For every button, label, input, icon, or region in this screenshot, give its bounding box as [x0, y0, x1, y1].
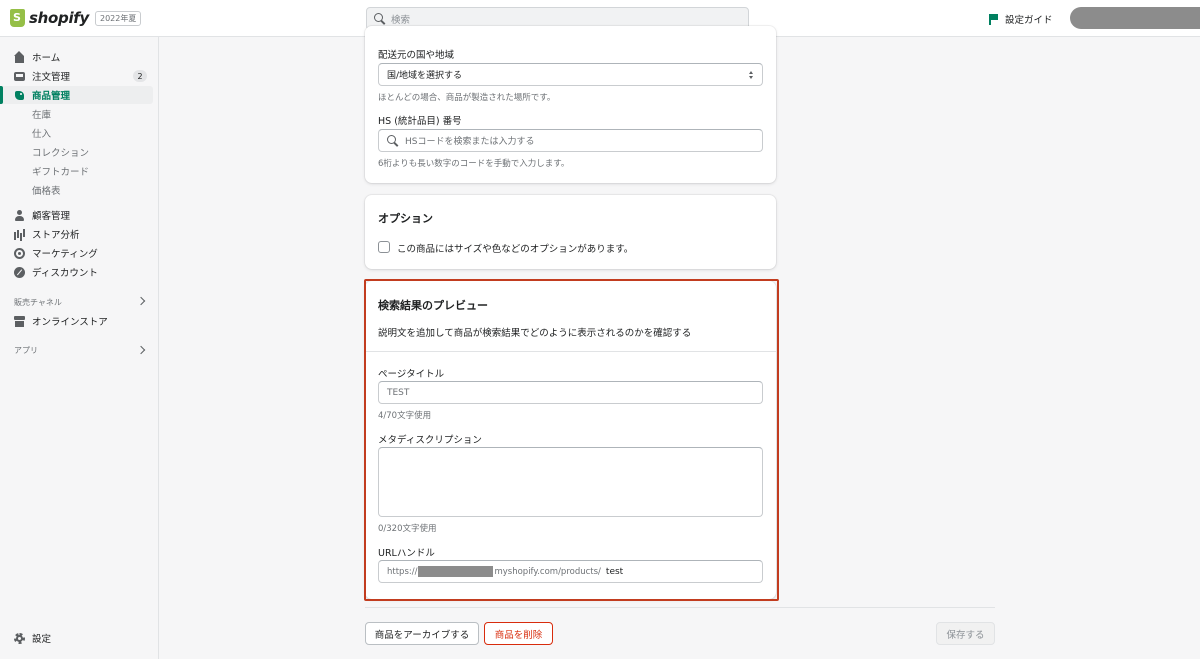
- shopify-logo[interactable]: shopify 2022年夏: [10, 9, 142, 27]
- sidebar-subitem-inventory[interactable]: 在庫: [32, 106, 51, 122]
- select-arrows-icon: [749, 71, 754, 80]
- options-card: オプション この商品にはサイズや色などのオプションがあります。: [365, 195, 776, 269]
- sidebar-item-label: 設定: [32, 634, 52, 645]
- discount-icon: [14, 266, 25, 278]
- chevron-right-icon[interactable]: [136, 296, 146, 306]
- meta-description-label: メタディスクリプション: [378, 435, 482, 446]
- home-icon: [14, 50, 25, 63]
- origin-country-value: 国/地域を選択する: [387, 71, 463, 81]
- sidebar-item-discounts[interactable]: ディスカウント: [0, 263, 153, 281]
- store-icon: [14, 315, 25, 327]
- shopify-bag-icon: [10, 9, 25, 27]
- sidebar-item-settings[interactable]: 設定: [0, 629, 153, 647]
- setup-guide-label: 設定ガイド: [1005, 15, 1053, 26]
- sidebar: ホーム 注文管理 2 商品管理 在庫 仕入 コレクション ギフトカード 価格表 …: [0, 37, 159, 659]
- sidebar-item-orders[interactable]: 注文管理 2: [0, 67, 153, 85]
- meta-description-textarea[interactable]: [378, 447, 763, 517]
- seo-preview-card: 検索結果のプレビュー 説明文を追加して商品が検索結果でどのように表示されるのかを…: [365, 281, 776, 599]
- shipping-card: 配送元の国や地域 国/地域を選択する ほとんどの場合、商品が製造された場所です。…: [365, 26, 776, 183]
- sidebar-item-analytics[interactable]: ストア分析: [0, 225, 153, 243]
- sidebar-item-label: マーケティング: [32, 249, 98, 260]
- save-button[interactable]: 保存する: [936, 622, 995, 645]
- sidebar-item-customers[interactable]: 顧客管理: [0, 206, 153, 224]
- meta-description-count: 0/320文字使用: [378, 524, 437, 534]
- sidebar-item-label: ホーム: [32, 53, 61, 64]
- search-placeholder: 検索: [391, 14, 411, 26]
- edition-badge: 2022年夏: [95, 10, 142, 26]
- page-title-value: TEST: [387, 387, 410, 398]
- hs-code-help: 6桁よりも長い数字のコードを手動で入力します。: [378, 159, 570, 169]
- sidebar-item-label: オンラインストア: [32, 317, 108, 328]
- chevron-right-icon[interactable]: [136, 345, 146, 355]
- origin-country-label: 配送元の国や地域: [378, 50, 455, 61]
- sidebar-item-label: ディスカウント: [32, 268, 98, 279]
- origin-country-help: ほとんどの場合、商品が製造された場所です。: [378, 93, 556, 103]
- sidebar-item-online-store[interactable]: オンラインストア: [0, 312, 153, 330]
- divider: [365, 351, 776, 352]
- sidebar-subitem-price-lists[interactable]: 価格表: [32, 182, 61, 198]
- seo-title: 検索結果のプレビュー: [378, 299, 488, 312]
- tag-icon: [14, 90, 25, 101]
- person-icon: [14, 209, 25, 221]
- inbox-icon: [14, 71, 25, 82]
- has-options-label: この商品にはサイズや色などのオプションがあります。: [397, 244, 634, 255]
- sidebar-subitem-collections[interactable]: コレクション: [32, 144, 89, 160]
- archive-product-button[interactable]: 商品をアーカイブする: [365, 622, 479, 645]
- has-options-checkbox[interactable]: [378, 241, 390, 253]
- sidebar-item-products[interactable]: 商品管理: [0, 86, 153, 104]
- search-icon: [374, 12, 386, 25]
- url-prefix: https://: [387, 566, 418, 577]
- page-title-count: 4/70文字使用: [378, 411, 432, 421]
- origin-country-select[interactable]: 国/地域を選択する: [378, 63, 763, 86]
- url-domain: myshopify.com/products/: [494, 566, 601, 577]
- orders-count-badge: 2: [133, 70, 147, 82]
- delete-product-button[interactable]: 商品を削除: [484, 622, 553, 645]
- sidebar-item-label: 顧客管理: [32, 211, 71, 222]
- hs-code-input[interactable]: HSコードを検索または入力する: [378, 129, 763, 152]
- target-icon: [14, 247, 25, 259]
- redacted-store-name: [418, 566, 494, 577]
- url-handle-value: test: [605, 566, 624, 577]
- sidebar-subitem-gift-cards[interactable]: ギフトカード: [32, 163, 89, 179]
- page-title-label: ページタイトル: [378, 369, 445, 380]
- hs-code-label: HS (統計品目) 番号: [378, 116, 462, 127]
- apps-heading: アプリ: [14, 346, 38, 355]
- flag-icon: [989, 13, 998, 25]
- search-icon: [387, 134, 399, 147]
- sidebar-subitem-purchase-orders[interactable]: 仕入: [32, 125, 51, 141]
- sidebar-item-label: ストア分析: [32, 230, 80, 241]
- sidebar-item-marketing[interactable]: マーケティング: [0, 244, 153, 262]
- hs-code-placeholder: HSコードを検索または入力する: [405, 137, 535, 147]
- logo-text: shopify: [29, 9, 89, 27]
- url-handle-input[interactable]: https:// myshopify.com/products/ test: [378, 560, 763, 583]
- page-title-input[interactable]: TEST: [378, 381, 763, 404]
- gear-icon: [14, 632, 25, 644]
- divider: [365, 607, 995, 608]
- seo-description: 説明文を追加して商品が検索結果でどのように表示されるのかを確認する: [378, 328, 692, 339]
- account-menu[interactable]: [1070, 7, 1200, 29]
- bar-chart-icon: [14, 229, 25, 240]
- setup-guide-button[interactable]: 設定ガイド: [989, 12, 1053, 26]
- sidebar-item-label: 商品管理: [32, 91, 71, 102]
- sales-channels-heading: 販売チャネル: [14, 298, 62, 307]
- sidebar-item-home[interactable]: ホーム: [0, 48, 153, 66]
- sidebar-item-label: 注文管理: [32, 72, 71, 83]
- url-handle-label: URLハンドル: [378, 548, 435, 559]
- options-title: オプション: [378, 212, 433, 225]
